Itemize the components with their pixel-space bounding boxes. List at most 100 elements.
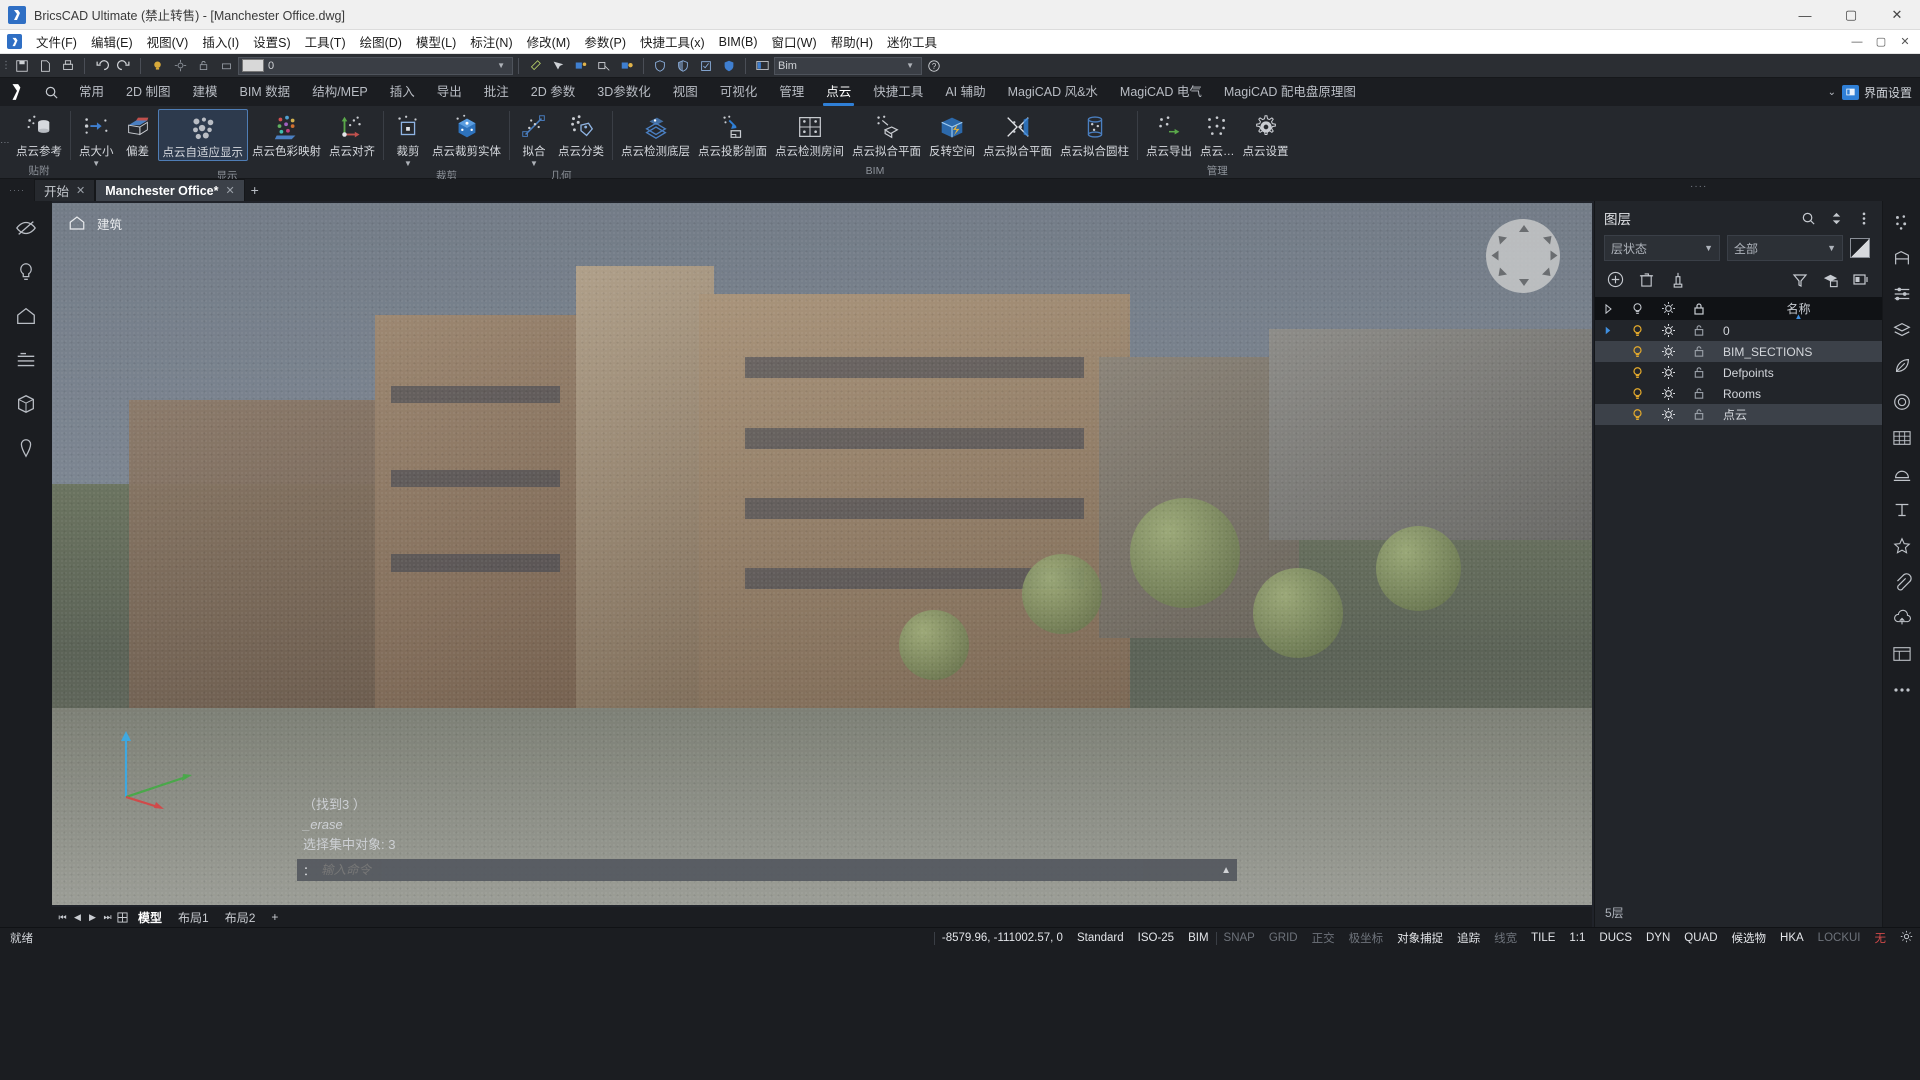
cloud-upload-icon[interactable] (1889, 605, 1915, 631)
table-row[interactable]: 点云 (1595, 404, 1882, 425)
point-size-chevron-down-icon[interactable]: ▼ (92, 159, 100, 169)
status-item-dyn[interactable]: DYN (1639, 932, 1677, 944)
detect-room-button[interactable]: 点云检测房间 (771, 109, 848, 159)
star-icon[interactable] (1889, 533, 1915, 559)
settings-button[interactable]: 点云设置 (1239, 109, 1293, 159)
ribbon-tab-structure-mep[interactable]: 结构/MEP (301, 76, 379, 106)
unlock-icon[interactable] (1683, 320, 1715, 341)
row-current-marker[interactable] (1595, 320, 1621, 341)
document-tab-start[interactable]: 开始 ✕ (34, 179, 96, 201)
layer-scope-dropdown[interactable]: 全部 ▼ (1727, 235, 1843, 261)
match-properties-icon[interactable] (524, 56, 546, 76)
fit-plane2-button[interactable]: 点云拟合平面 (979, 109, 1056, 159)
visibility-icon[interactable] (11, 213, 41, 243)
status-item-none[interactable]: 无 (1868, 930, 1894, 946)
search-icon[interactable] (1799, 209, 1817, 227)
menu-item-edit[interactable]: 编辑(E) (84, 29, 140, 54)
point-cloud-manage-button[interactable]: 点云… (1196, 109, 1239, 159)
menu-item-insert[interactable]: 插入(I) (195, 29, 246, 54)
status-item-tracking[interactable]: 追踪 (1450, 930, 1487, 946)
table-icon[interactable] (1889, 641, 1915, 667)
new-file-icon[interactable] (34, 56, 56, 76)
menu-item-file[interactable]: 文件(F) (29, 29, 84, 54)
contrast-icon[interactable] (1850, 238, 1870, 258)
column-freeze-header[interactable] (1653, 297, 1683, 320)
menu-item-model[interactable]: 模型(L) (409, 29, 463, 54)
chevron-up-icon[interactable]: ▲ (1221, 865, 1231, 876)
layer-state-dropdown[interactable]: 层状态 ▼ (1604, 235, 1720, 261)
breadcrumb[interactable]: 建筑 (66, 213, 122, 233)
grid-icon[interactable] (116, 910, 129, 925)
drawing-viewport[interactable]: 建筑 （找到3 ） _erase 选择集中对象: 3 ： 输入命令 ▲ (52, 203, 1592, 905)
doc-minimize-button[interactable]: — (1846, 32, 1868, 52)
row-current-marker[interactable] (1595, 362, 1621, 383)
sun-icon[interactable] (1653, 404, 1683, 425)
workspace-selector[interactable]: Bim ▼ (774, 56, 922, 75)
point-cloud-icon[interactable] (1889, 209, 1915, 235)
layer-selector[interactable]: 0 ▼ (238, 56, 513, 75)
column-visibility-header[interactable] (1621, 297, 1653, 320)
filter-icon[interactable] (1790, 270, 1809, 289)
crop-button[interactable]: 裁剪 ▼ (388, 109, 428, 169)
status-item-standard[interactable]: Standard (1070, 932, 1131, 944)
point-cloud-reference-button[interactable]: 点云参考 (12, 109, 66, 159)
menu-item-view[interactable]: 视图(V) (140, 29, 196, 54)
ribbon-app-button[interactable] (0, 78, 34, 106)
deviation-button[interactable]: 偏差 (118, 109, 158, 159)
ribbon-tab-3d-parametric[interactable]: 3D参数化 (586, 76, 661, 106)
layer-bulb-icon[interactable] (146, 56, 168, 76)
table-row[interactable]: Rooms (1595, 383, 1882, 404)
grid-icon[interactable] (1889, 425, 1915, 451)
command-input-bar[interactable]: ： ▲ (297, 859, 1237, 881)
workspace-chevron-down-icon[interactable]: ▼ (902, 61, 918, 70)
table-row[interactable]: 0 (1595, 320, 1882, 341)
doc-restore-button[interactable]: ▢ (1870, 32, 1892, 52)
materials-icon[interactable] (1889, 317, 1915, 343)
shield-half-icon[interactable] (672, 56, 694, 76)
layout-first-button[interactable]: ⏮ (56, 910, 69, 925)
layers-icon[interactable] (11, 345, 41, 375)
menu-item-settings[interactable]: 设置S) (246, 29, 298, 54)
box-icon[interactable] (11, 389, 41, 419)
fit-cylinder-button[interactable]: 点云拟合圆柱 (1056, 109, 1133, 159)
adaptive-display-button[interactable]: 点云自适应显示 (157, 109, 248, 161)
point-size-button[interactable]: 点大小 ▼ (75, 109, 118, 169)
workspace-icon[interactable] (751, 56, 773, 76)
sun-icon[interactable] (1653, 362, 1683, 383)
column-name-header[interactable]: 名称 ▲ (1715, 297, 1882, 321)
crop-solid-button[interactable]: 点云裁剪实体 (428, 109, 505, 159)
ribbon-tab-modeling[interactable]: 建模 (181, 76, 228, 106)
delete-layer-icon[interactable] (1637, 270, 1656, 289)
table-row[interactable]: Defpoints (1595, 362, 1882, 383)
ribbon-tab-export[interactable]: 导出 (426, 76, 473, 106)
menu-item-window[interactable]: 窗口(W) (765, 29, 824, 54)
merge-layer-icon[interactable] (1668, 270, 1687, 289)
close-button[interactable]: ✕ (1874, 0, 1920, 30)
shield-icon[interactable] (649, 56, 671, 76)
ribbon-collapse-chevron-down-icon[interactable]: ⌄ (1828, 87, 1836, 98)
chevron-down-icon[interactable]: ▼ (1827, 243, 1836, 253)
status-item-iso25[interactable]: ISO-25 (1131, 932, 1181, 944)
sun-icon[interactable] (1653, 341, 1683, 362)
status-item-polar[interactable]: 极坐标 (1342, 930, 1391, 946)
status-item-bim[interactable]: BIM (1181, 932, 1215, 944)
status-item-grid[interactable]: GRID (1262, 932, 1305, 944)
status-item-ducs[interactable]: DUCS (1592, 932, 1639, 944)
layer-states-icon[interactable] (1821, 270, 1840, 289)
unlock-icon[interactable] (1683, 383, 1715, 404)
align-button[interactable]: 点云对齐 (325, 109, 379, 159)
status-item-scale[interactable]: 1:1 (1562, 932, 1592, 944)
column-expand-header[interactable] (1595, 297, 1621, 320)
ribbon-tab-point-cloud[interactable]: 点云 (815, 76, 862, 106)
menu-item-bim[interactable]: BIM(B) (712, 32, 765, 52)
minimize-button[interactable]: — (1782, 0, 1828, 30)
leaf-icon[interactable] (1889, 353, 1915, 379)
bulb-icon[interactable] (1621, 404, 1653, 425)
ribbon-tab-bim-data[interactable]: BIM 数据 (228, 76, 301, 106)
ribbon-tab-common[interactable]: 常用 (68, 76, 115, 106)
fit-plane-button[interactable]: 点云拟合平面 (848, 109, 925, 159)
row-current-marker[interactable] (1595, 404, 1621, 425)
status-item-tile[interactable]: TILE (1524, 932, 1562, 944)
status-item-snap[interactable]: SNAP (1217, 932, 1262, 944)
save-icon[interactable] (11, 56, 33, 76)
